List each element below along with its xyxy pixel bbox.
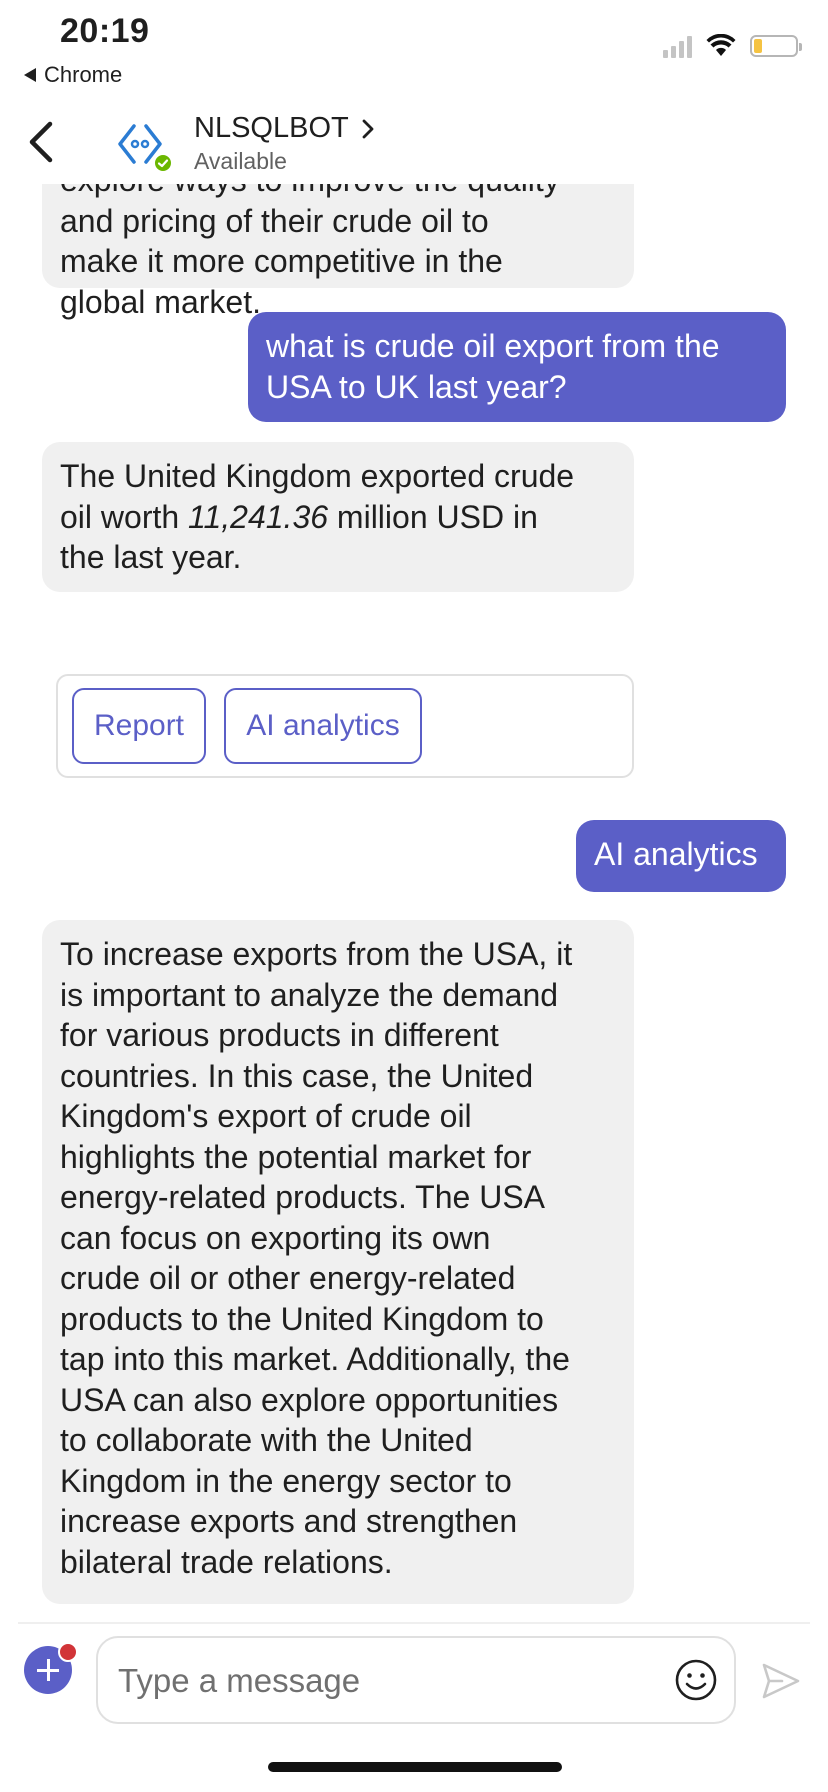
message-line: make it more competitive in the [60,243,503,279]
user-message: AI analytics [576,820,786,892]
message-line: the last year. [60,539,242,575]
cellular-signal-icon [663,34,692,58]
ai-analytics-button[interactable]: AI analytics [224,688,422,764]
bot-name: NLSQLBOT [194,112,349,144]
message-line: and pricing of their crude oil to [60,202,489,239]
bot-message: explore ways to improve the quality and … [42,184,634,320]
message-line: Kingdom in the energy sector to [60,1462,512,1499]
bot-status: Available [194,148,287,174]
home-indicator [268,1762,562,1772]
message-line: to collaborate with the United [60,1422,473,1458]
bot-message: The United Kingdom exported crude oil wo… [42,442,634,592]
message-line: The United Kingdom exported crude [60,458,575,494]
status-time: 20:19 [60,12,150,50]
back-to-app-link[interactable]: Chrome [24,62,122,88]
teams-chat-screen: 20:19 Chrome NLSQLBOT Available and pric… [0,0,828,1792]
status-icons [663,34,802,58]
report-button[interactable]: Report [72,688,206,764]
back-triangle-icon [24,68,36,82]
message-input[interactable] [116,1656,660,1706]
message-line: To increase exports from the USA, it [60,936,573,972]
message-line: is important to analyze the demand [60,976,559,1013]
message-line: countries. In this case, the United [60,1057,534,1094]
message-line: explore ways to improve the quality [60,184,616,201]
presence-available-icon [152,152,174,174]
user-message: what is crude oil export from the USA to… [248,312,786,422]
message-line: USA can also explore opportunities [60,1381,559,1418]
message-line: bilateral trade relations. [60,1543,393,1580]
message-line: energy-related products. The USA [60,1179,545,1215]
message-line: can focus on exporting its own [60,1219,491,1256]
chat-messages[interactable]: explore ways to improve the quality and … [0,184,828,1614]
chevron-right-icon [362,119,374,138]
message-line: for various products in different [60,1017,499,1053]
wifi-icon [706,34,736,56]
message-line: AI analytics [594,836,758,872]
back-app-label: Chrome [44,62,123,87]
notification-dot [58,1642,78,1662]
compose-divider [18,1622,810,1624]
bot-message: To increase exports from the USA, it is i… [42,920,634,1604]
message-text: oil worth [60,498,189,535]
message-line: what is crude oil export from the [266,328,720,364]
message-line: oil worth 11,241.36 million USD in [60,497,616,538]
action-card: Report AI analytics [56,674,634,778]
message-line: crude oil or other energy-related [60,1260,516,1296]
message-line: Kingdom's export of crude oil [60,1098,472,1134]
message-line: highlights the potential market for [60,1138,532,1175]
send-icon[interactable] [760,1660,802,1702]
message-line: increase exports and strengthen [60,1503,518,1539]
message-compose-box[interactable] [96,1636,736,1724]
chevron-left-icon[interactable] [22,118,62,166]
battery-icon [750,35,802,57]
message-line: products to the United Kingdom to [60,1300,544,1337]
message-line: tap into this market. Additionally, the [60,1341,570,1377]
message-text: million USD in [328,498,538,535]
message-line: USA to UK last year? [266,368,567,405]
chat-header: NLSQLBOT Available [0,100,828,184]
bot-name-link[interactable]: NLSQLBOT [194,112,375,145]
emoji-icon[interactable] [674,1658,718,1702]
export-value: 11,241.36 [188,498,329,535]
